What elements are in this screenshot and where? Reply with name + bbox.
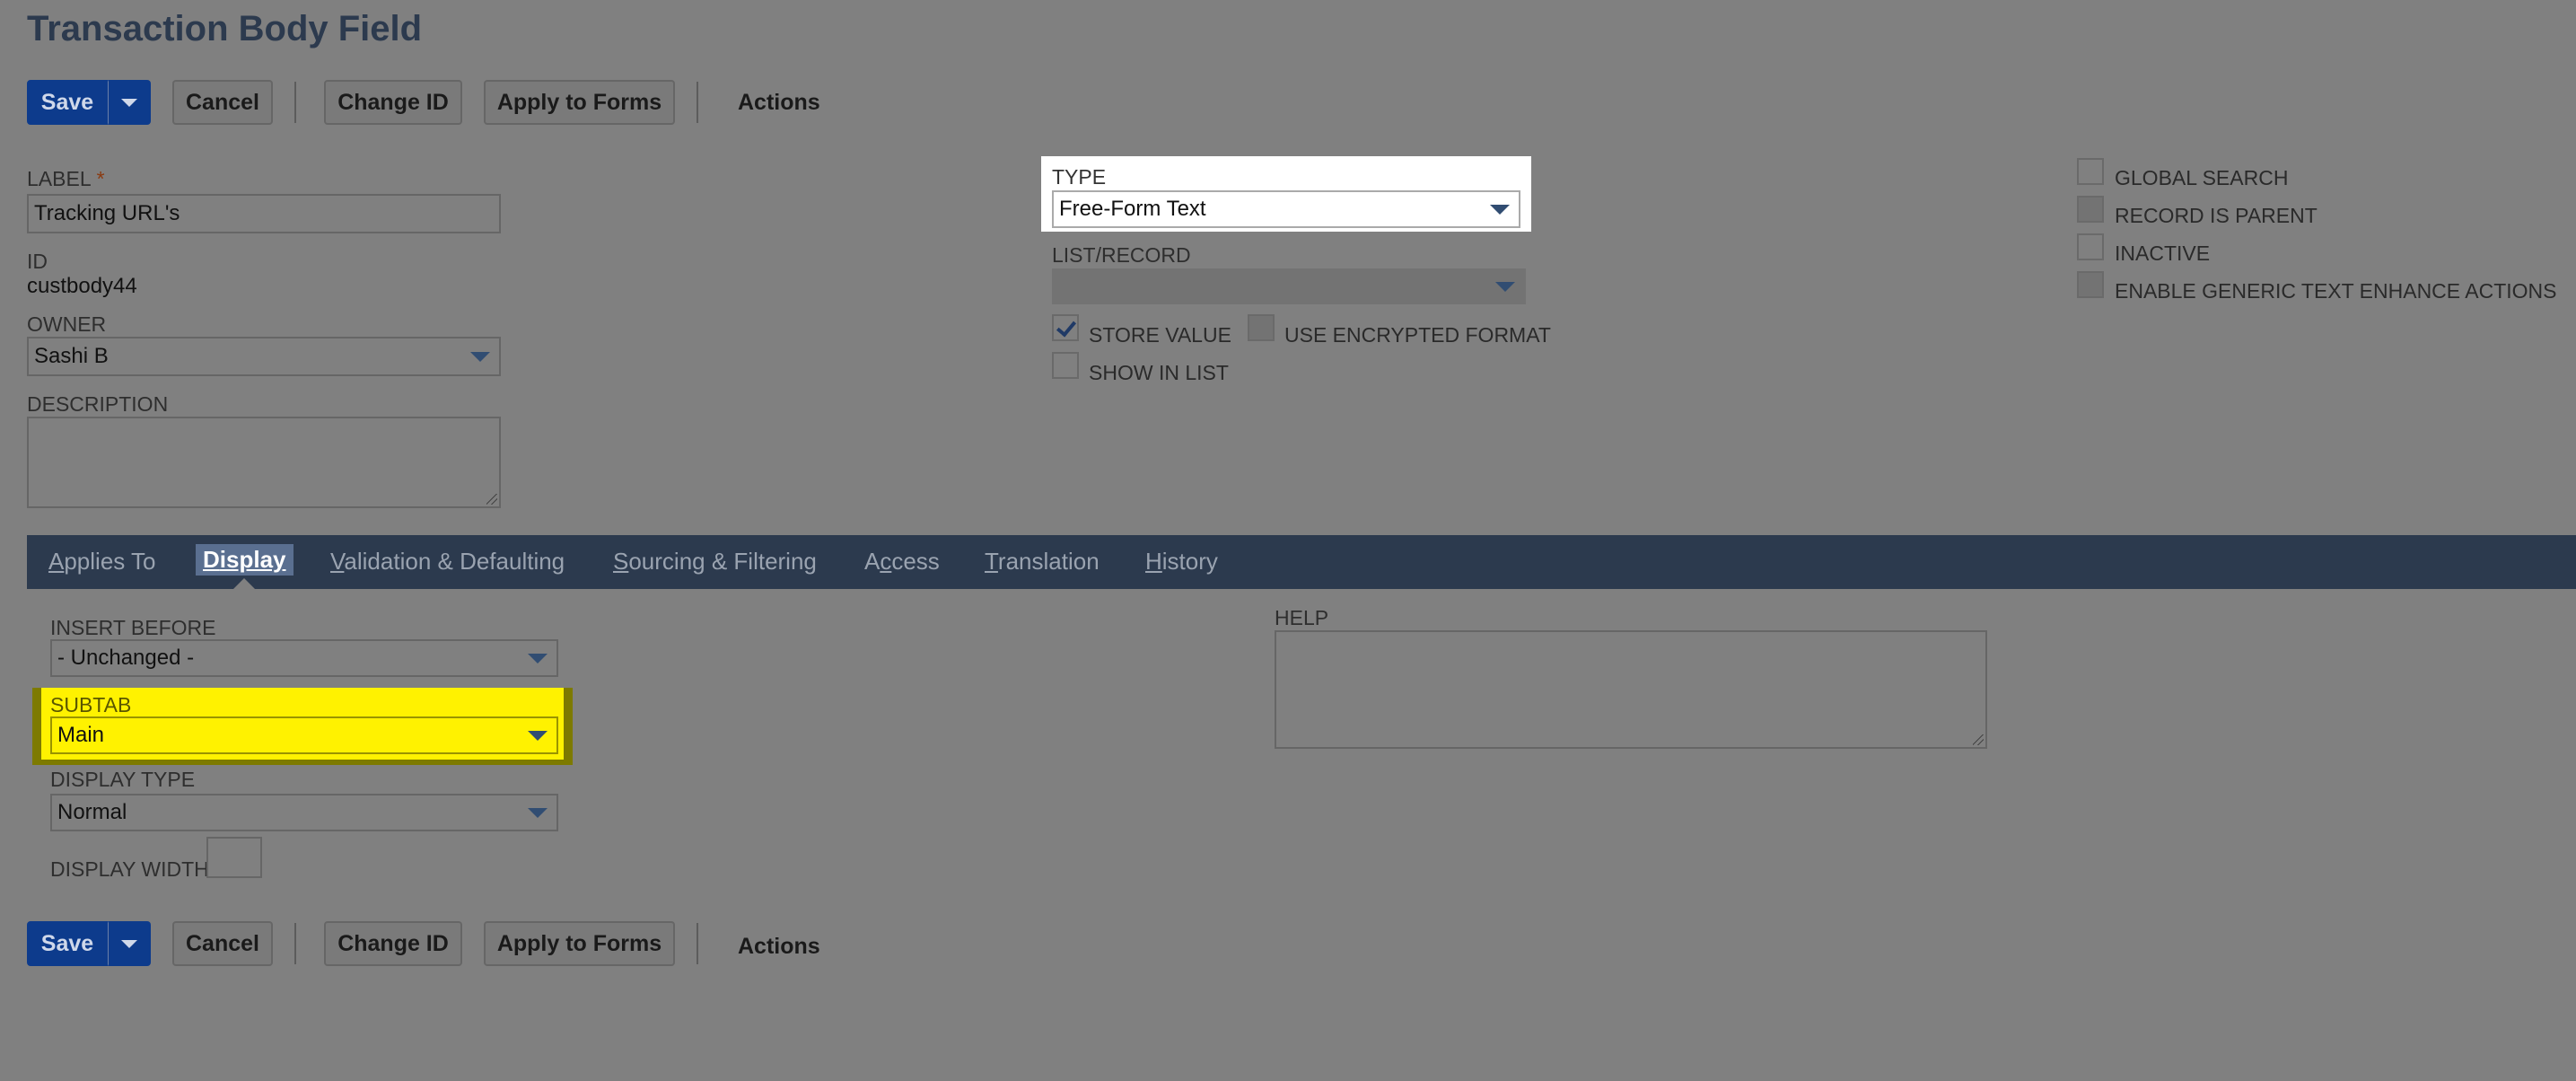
toolbar-divider [294, 923, 296, 964]
tab-applies-to[interactable]: Applies To [48, 548, 156, 576]
tab-translation[interactable]: Translation [985, 548, 1100, 576]
subtab-highlight-panel: SUBTAB Main [41, 688, 564, 760]
resize-handle-icon[interactable] [486, 494, 497, 505]
insert-before-select[interactable]: - Unchanged - [50, 639, 558, 677]
display-type-field-label: DISPLAY TYPE [50, 768, 196, 791]
chevron-down-icon [528, 654, 548, 664]
type-select[interactable]: Free-Form Text [1052, 190, 1520, 228]
display-width-input[interactable] [206, 837, 262, 878]
toolbar-divider [697, 82, 698, 123]
save-button[interactable]: Save [27, 921, 108, 966]
chevron-down-icon [1490, 205, 1510, 215]
subtab-bar: Applies To Display Validation & Defaulti… [27, 535, 2576, 589]
help-field-label: HELP [1275, 606, 1329, 629]
tab-display[interactable]: Display [196, 544, 294, 576]
global-search-label: GLOBAL SEARCH [2115, 166, 2289, 189]
cancel-button[interactable]: Cancel [172, 921, 273, 966]
toolbar-divider [697, 923, 698, 964]
save-dropdown-button[interactable] [108, 80, 151, 125]
store-value-checkbox[interactable] [1052, 314, 1079, 341]
enable-generic-text-enhance-actions-checkbox[interactable] [2077, 271, 2104, 298]
chevron-down-icon [470, 352, 490, 362]
list-record-field-label: LIST/RECORD [1052, 243, 1191, 267]
change-id-button[interactable]: Change ID [324, 80, 462, 125]
tab-validation-defaulting[interactable]: Validation & Defaulting [330, 548, 565, 576]
show-in-list-label: SHOW IN LIST [1089, 361, 1229, 384]
description-field-label: DESCRIPTION [27, 392, 169, 416]
use-encrypted-format-label: USE ENCRYPTED FORMAT [1284, 323, 1551, 347]
required-mark: * [96, 167, 105, 190]
page-title: Transaction Body Field [27, 9, 423, 48]
label-input-value: Tracking URL's [34, 201, 180, 225]
change-id-button[interactable]: Change ID [324, 921, 462, 966]
list-record-select[interactable] [1052, 268, 1526, 304]
chevron-down-icon [1495, 282, 1515, 292]
type-select-value: Free-Form Text [1059, 197, 1206, 221]
save-dropdown-button[interactable] [108, 921, 151, 966]
save-button[interactable]: Save [27, 80, 108, 125]
chevron-down-icon [528, 731, 548, 741]
resize-handle-icon[interactable] [1973, 734, 1984, 745]
global-search-checkbox[interactable] [2077, 158, 2104, 185]
record-is-parent-checkbox[interactable] [2077, 196, 2104, 223]
toolbar-divider [294, 82, 296, 123]
active-tab-pointer [233, 578, 255, 589]
store-value-label: STORE VALUE [1089, 323, 1231, 347]
tab-sourcing-filtering[interactable]: Sourcing & Filtering [613, 548, 817, 576]
inactive-label: INACTIVE [2115, 242, 2211, 265]
show-in-list-checkbox[interactable] [1052, 352, 1079, 379]
label-input[interactable]: Tracking URL's [27, 194, 501, 233]
inactive-checkbox[interactable] [2077, 233, 2104, 260]
owner-select-value: Sashi B [34, 344, 109, 368]
display-width-field-label: DISPLAY WIDTH [50, 857, 209, 881]
chevron-down-icon [120, 939, 137, 948]
subtab-select[interactable]: Main [50, 716, 558, 754]
help-textarea[interactable] [1275, 630, 1987, 749]
actions-menu[interactable]: Actions [738, 90, 820, 116]
type-field-label: TYPE [1052, 165, 1107, 189]
id-value: custbody44 [27, 274, 137, 298]
subtab-select-value: Main [57, 723, 105, 747]
display-type-select[interactable]: Normal [50, 794, 558, 831]
display-type-select-value: Normal [57, 800, 127, 824]
enable-generic-text-enhance-actions-label: ENABLE GENERIC TEXT ENHANCE ACTIONS [2115, 279, 2557, 303]
apply-to-forms-button[interactable]: Apply to Forms [484, 921, 675, 966]
insert-before-select-value: - Unchanged - [57, 646, 195, 670]
record-is-parent-label: RECORD IS PARENT [2115, 204, 2318, 227]
chevron-down-icon [120, 98, 137, 107]
use-encrypted-format-checkbox[interactable] [1248, 314, 1275, 341]
type-highlight-panel: TYPE Free-Form Text [1041, 156, 1531, 232]
description-textarea[interactable] [27, 417, 501, 508]
owner-select[interactable]: Sashi B [27, 337, 501, 376]
tab-history[interactable]: History [1145, 548, 1218, 576]
tab-access[interactable]: Access [864, 548, 940, 576]
apply-to-forms-button[interactable]: Apply to Forms [484, 80, 675, 125]
chevron-down-icon [528, 808, 548, 818]
actions-menu[interactable]: Actions [738, 934, 820, 960]
cancel-button[interactable]: Cancel [172, 80, 273, 125]
insert-before-field-label: INSERT BEFORE [50, 616, 216, 639]
subtab-field-label: SUBTAB [50, 693, 132, 716]
id-field-label: ID [27, 250, 48, 273]
owner-field-label: OWNER [27, 312, 107, 336]
label-field-label: LABEL * [27, 167, 105, 190]
